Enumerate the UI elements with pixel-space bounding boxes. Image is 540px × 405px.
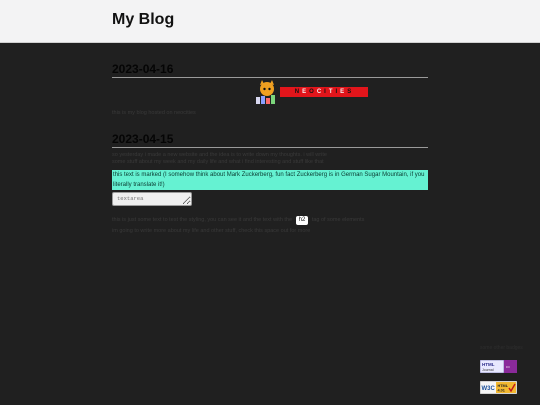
post-body-line: so yesterday i made a new website and th…	[112, 152, 327, 158]
post-date: 2023-04-16	[112, 62, 428, 78]
svg-text:HTML: HTML	[498, 384, 509, 388]
neocities-cat-icon	[256, 80, 275, 104]
post-2023-04-15: 2023-04-15 so yesterday i made a new web…	[112, 132, 428, 234]
post-date: 2023-04-15	[112, 132, 428, 148]
blog-header: My Blog	[0, 0, 540, 43]
w3c-html-401-badge-icon[interactable]: W3C HTML 4.01	[480, 381, 517, 394]
badge-caption: some other badges	[480, 345, 523, 351]
styling-text-before: this is just some text to test the styli…	[112, 217, 293, 223]
neocities-letter: E	[302, 89, 309, 95]
neocities-letter: I	[335, 89, 340, 95]
svg-text:4.01: 4.01	[498, 389, 505, 393]
neocities-letter: T	[328, 89, 335, 95]
html-journal-badge-icon[interactable]: HTML Journal •••	[480, 360, 517, 373]
neocities-letter: C	[316, 89, 324, 95]
blog-title[interactable]: My Blog	[112, 11, 174, 29]
svg-text:W3C: W3C	[482, 386, 496, 392]
styling-text-after: tag of some elements	[311, 217, 365, 223]
svg-text:HTML: HTML	[482, 362, 495, 367]
neocities-logo[interactable]: N E O C I T I E S	[240, 80, 370, 108]
post-textarea[interactable]	[112, 192, 192, 206]
post-body-line: some stuff about my week and my daily li…	[112, 159, 324, 165]
marked-text: this text is marked (I somehow think abo…	[112, 170, 428, 190]
post-closing-line: im going to write more about my life and…	[112, 228, 311, 234]
post-styling-line: this is just some text to test the styli…	[112, 216, 428, 225]
post-2023-04-16: 2023-04-16 N E O C I T I E S this is my …	[112, 62, 428, 116]
neocities-letter: O	[309, 89, 316, 95]
post-caption: this is my blog hosted on neocities	[112, 110, 196, 116]
neocities-banner: N E O C I T I E S	[280, 87, 368, 97]
post-body: so yesterday i made a new website and th…	[112, 152, 428, 166]
neocities-letter: I	[324, 89, 328, 95]
badge-panel: some other badges HTML Journal ••• W3C H…	[480, 345, 540, 394]
inline-h2-tag: h2	[295, 216, 309, 225]
neocities-letter: N	[294, 89, 302, 95]
svg-text:Journal: Journal	[482, 368, 494, 372]
neocities-letter: S	[347, 89, 354, 95]
neocities-letter: E	[340, 89, 347, 95]
